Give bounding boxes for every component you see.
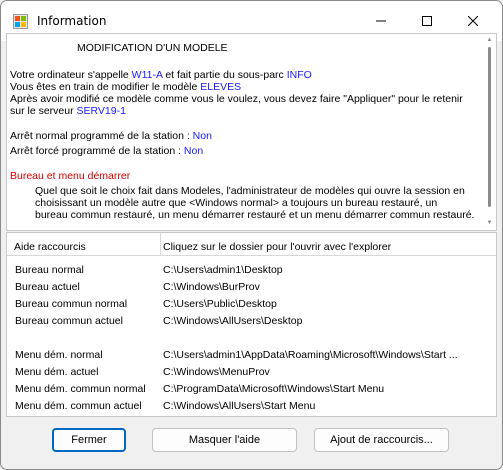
shortcut-path[interactable]: C:\Users\admin1\AppData\Roaming\Microsof…: [163, 349, 458, 361]
window-title: Information: [37, 14, 107, 28]
shortcut-row[interactable]: Bureau normal C:\Users\admin1\Desktop: [7, 262, 496, 279]
server-line: sur le serveur SERV19-1: [10, 105, 126, 117]
computer-line-mid: et fait partie du sous-parc: [162, 69, 287, 81]
section-text-3: bureau commun restauré, un menu démarrer…: [35, 209, 475, 221]
shortcut-path[interactable]: C:\Windows\AllUsers\Desktop: [163, 315, 302, 327]
computer-line: Votre ordinateur s'appelle W11-A et fait…: [10, 69, 312, 81]
information-window: Information MODIFICATION D'UN MODELE Vot…: [0, 0, 503, 470]
shortcut-path[interactable]: C:\Windows\BurProv: [163, 281, 260, 293]
shortcut-label: Bureau commun normal: [15, 298, 128, 310]
shortcuts-panel: Aide raccourcis Cliquez sur le dossier p…: [6, 232, 497, 417]
close-icon: [468, 16, 478, 26]
shortcut-label: Menu dém. actuel: [15, 366, 99, 378]
shortcut-path[interactable]: C:\Windows\AllUsers\Start Menu: [163, 400, 315, 412]
header-divider: [7, 255, 496, 256]
server-name: SERV19-1: [76, 105, 126, 117]
info-text-panel[interactable]: MODIFICATION D'UN MODELE Votre ordinateu…: [6, 33, 497, 231]
computer-name: W11-A: [131, 69, 163, 81]
stop-normal-line: Arrêt normal programmé de la station : N…: [10, 130, 212, 142]
subpark-name: INFO: [286, 69, 312, 81]
stop-normal-label: Arrêt normal programmé de la station :: [10, 130, 193, 142]
maximize-icon: [422, 16, 432, 26]
information-icon: [13, 14, 28, 29]
shortcut-label: Bureau commun actuel: [15, 315, 123, 327]
shortcuts-help-header: Aide raccourcis: [14, 241, 86, 253]
shortcut-row[interactable]: Menu dém. commun normal C:\ProgramData\Mi…: [7, 381, 496, 398]
shortcut-row[interactable]: Bureau commun actuel C:\Windows\AllUsers\…: [7, 313, 496, 330]
shortcuts-instruction-header: Cliquez sur le dossier pour l'ouvrir ave…: [163, 241, 392, 253]
section-text-1: Quel que soit le choix fait dans Modeles…: [35, 185, 465, 197]
shortcut-path[interactable]: C:\ProgramData\Microsoft\Windows\Start M…: [163, 383, 384, 395]
shortcut-label: Menu dém. commun normal: [15, 383, 146, 395]
section-text-2: choisissant un modèle autre que <Windows…: [35, 197, 438, 209]
shortcut-row[interactable]: Menu dém. normal C:\Users\admin1\AppData\…: [7, 347, 496, 364]
model-line-prefix: Vous êtes en train de modifier le modèle: [10, 81, 201, 93]
shortcut-label: Menu dém. commun actuel: [15, 400, 142, 412]
column-divider: [160, 233, 161, 255]
computer-line-prefix: Votre ordinateur s'appelle: [10, 69, 132, 81]
model-name: ELEVES: [200, 81, 242, 93]
shortcut-row[interactable]: Menu dém. commun actuel C:\Windows\AllUse…: [7, 398, 496, 415]
stop-forced-value: Non: [183, 145, 204, 157]
shortcut-row[interactable]: Bureau actuel C:\Windows\BurProv: [7, 279, 496, 296]
shortcut-label: Bureau actuel: [15, 281, 80, 293]
scroll-thumb[interactable]: [488, 47, 491, 207]
close-button[interactable]: Fermer: [52, 428, 126, 452]
apply-line: Après avoir modifié ce modèle comme vous…: [10, 93, 463, 105]
scroll-down-icon[interactable]: ▼: [486, 219, 493, 227]
hide-help-button[interactable]: Masquer l'aide: [152, 428, 297, 452]
shortcut-row[interactable]: Bureau commun normal C:\Users\Public\Desk…: [7, 296, 496, 313]
add-shortcuts-button[interactable]: Ajout de raccourcis...: [314, 428, 449, 452]
shortcut-label: Menu dém. normal: [15, 349, 103, 361]
stop-forced-label: Arrêt forcé programmé de la station :: [10, 145, 184, 157]
shortcut-path[interactable]: C:\Windows\MenuProv: [163, 366, 270, 378]
model-line: Vous êtes en train de modifier le modèle…: [10, 81, 241, 93]
shortcut-path[interactable]: C:\Users\Public\Desktop: [163, 298, 277, 310]
shortcut-label: Bureau normal: [15, 264, 84, 276]
stop-normal-value: Non: [192, 130, 212, 142]
shortcut-row[interactable]: Menu dém. actuel C:\Windows\MenuProv: [7, 364, 496, 381]
section-title: Bureau et menu démarrer: [10, 170, 131, 182]
server-line-prefix: sur le serveur: [10, 105, 77, 117]
info-heading: MODIFICATION D'UN MODELE: [77, 42, 228, 54]
scroll-up-icon[interactable]: ▲: [486, 36, 493, 44]
minimize-icon: [376, 20, 386, 22]
stop-forced-line: Arrêt forcé programmé de la station : No…: [10, 145, 203, 157]
shortcut-path[interactable]: C:\Users\admin1\Desktop: [163, 264, 283, 276]
